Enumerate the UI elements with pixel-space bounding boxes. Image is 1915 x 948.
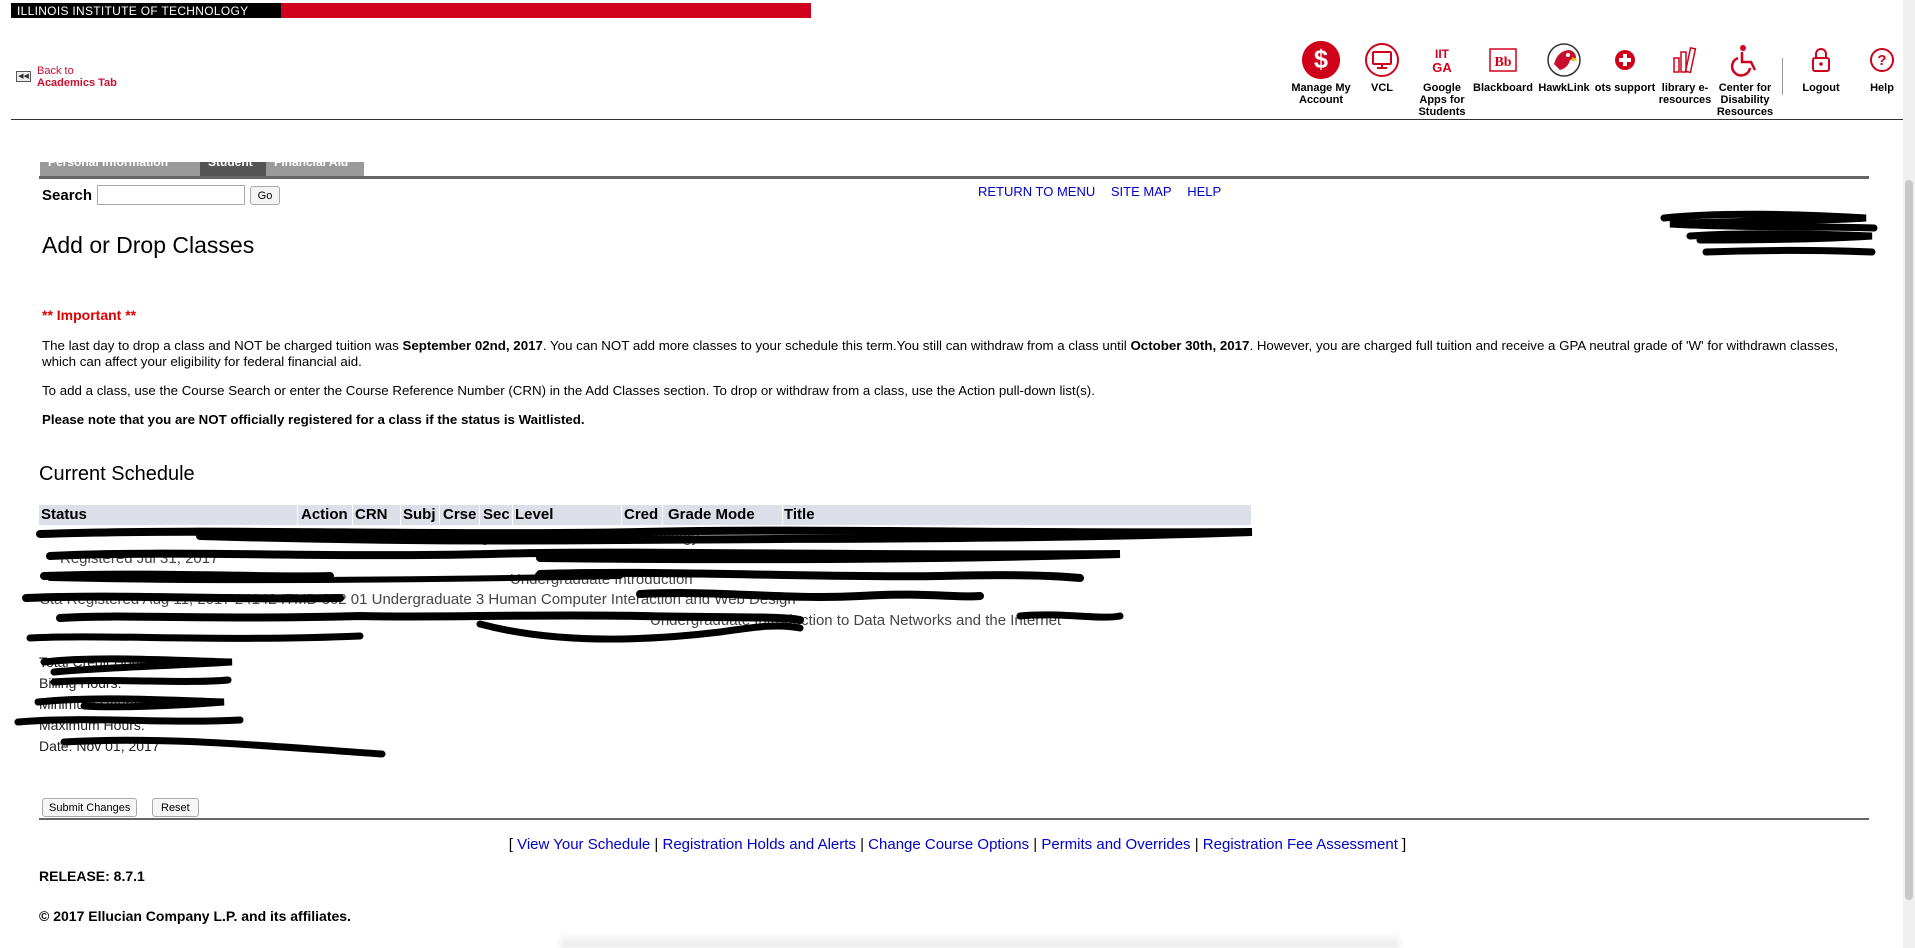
vertical-scrollbar[interactable] [1903,0,1915,948]
tab-underline [39,176,1869,179]
monitor-icon [1362,40,1402,80]
current-schedule-title: Current Schedule [39,463,195,485]
permits-overrides-link[interactable]: Permits and Overrides [1041,836,1190,853]
svg-text:$: $ [1314,46,1328,74]
plus-icon [1605,40,1645,80]
institution-name: ILLINOIS INSTITUTE OF TECHNOLOGY [17,4,249,18]
waitlist-note: Please note that you are NOT officially … [42,412,585,427]
important-heading: ** Important ** [42,307,137,323]
add-drop-instructions: To add a class, use the Course Search or… [42,383,1095,398]
top-links: RETURN TO MENU SITE MAP HELP [978,184,1233,199]
quicklink-ots-support[interactable]: ots support [1593,40,1657,94]
quicklinks-separator [1782,58,1783,95]
help-link[interactable]: HELP [1187,184,1221,199]
google-apps-icon: IIT GA [1422,40,1462,80]
drop-deadline-date: September 02nd, 2017 [402,338,543,353]
release-version: RELEASE: 8.7.1 [39,868,145,884]
quicklink-disability-resources[interactable]: Center for Disability Resources [1713,40,1777,118]
dollar-icon: $ [1301,40,1341,80]
footer-links: [ View Your Schedule | Registration Hold… [508,836,1407,853]
window-shadow [560,932,1400,948]
search-input[interactable] [97,185,245,205]
redacted-schedule-rows [22,526,1253,643]
institution-banner: ILLINOIS INSTITUTE OF TECHNOLOGY [11,3,811,18]
back-arrow-icon: ◀◀ [16,71,31,82]
return-to-menu-link[interactable]: RETURN TO MENU [978,184,1095,199]
change-course-options-link[interactable]: Change Course Options [868,836,1029,853]
quicklink-vcl[interactable]: VCL [1350,40,1414,94]
withdraw-deadline-date: October 30th, 2017 [1130,338,1250,353]
quicklink-logout[interactable]: Logout [1789,40,1853,94]
scrollbar-thumb[interactable] [1905,180,1913,900]
registration-holds-link[interactable]: Registration Holds and Alerts [663,836,856,853]
site-map-link[interactable]: SITE MAP [1111,184,1172,199]
svg-text:Bb: Bb [1494,55,1511,70]
svg-text:GA: GA [1432,60,1452,75]
wheelchair-icon [1725,40,1765,80]
go-button[interactable]: Go [250,186,280,205]
back-link-line1: Back to [37,65,74,77]
registration-fee-assessment-link[interactable]: Registration Fee Assessment [1203,836,1398,853]
view-your-schedule-link[interactable]: View Your Schedule [517,836,650,853]
back-link-line2: Academics Tab [37,77,117,89]
search-label: Search [42,187,93,204]
submit-changes-button[interactable]: Submit Changes [42,798,138,817]
quicklink-library-eresources[interactable]: library e-resources [1653,40,1717,106]
quicklink-hawklink[interactable]: HawkLink [1532,40,1596,94]
hawk-icon [1544,40,1584,80]
books-icon [1665,40,1705,80]
back-to-academics-link[interactable]: ◀◀ Back to Academics Tab [16,65,117,89]
quicklink-blackboard[interactable]: Bb Blackboard [1471,40,1535,94]
redacted-summary [14,655,386,758]
drop-deadline-notice: The last day to drop a class and NOT be … [42,338,1839,369]
lock-icon [1801,40,1841,80]
copyright: © 2017 Ellucian Company L.P. and its aff… [39,908,351,924]
reset-button[interactable]: Reset [152,798,199,817]
page-title: Add or Drop Classes [42,232,255,258]
question-icon: ? [1862,40,1902,80]
blackboard-icon: Bb [1483,40,1523,80]
svg-text:IIT: IIT [1435,47,1450,61]
footer-divider [39,818,1869,820]
quicklink-manage-my-account[interactable]: $ Manage My Account [1289,40,1353,106]
header-divider [11,119,1904,120]
redacted-user-info [1660,210,1878,256]
svg-text:?: ? [1877,52,1886,69]
quicklink-google-apps[interactable]: IIT GA Google Apps for Students [1410,40,1474,118]
